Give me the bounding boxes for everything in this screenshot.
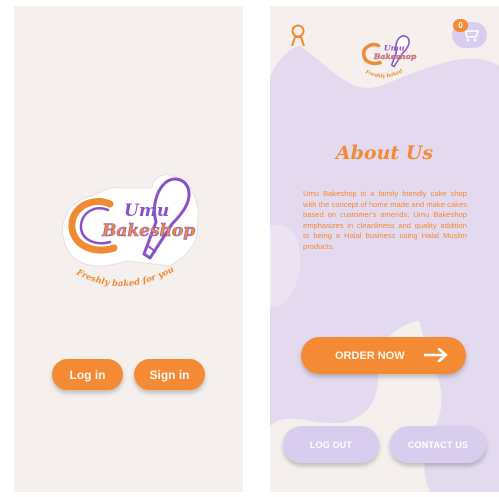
logout-label: LOG OUT xyxy=(309,439,353,450)
user-icon[interactable] xyxy=(288,24,308,48)
cart-count-badge: 0 xyxy=(453,19,468,32)
about-description: Umu Bakeshop is a family friendly cake s… xyxy=(303,189,467,251)
logo-name-line1: Umu xyxy=(124,201,169,221)
login-button[interactable]: Log in xyxy=(52,359,123,390)
order-now-label: ORDER NOW xyxy=(335,349,405,362)
login-button-label: Log in xyxy=(69,367,106,382)
page-title: About Us xyxy=(335,142,434,164)
contact-us-button[interactable]: CONTACT US xyxy=(390,426,486,463)
logout-button[interactable]: LOG OUT xyxy=(283,426,379,463)
logo-tagline: Freshly baked for you xyxy=(74,265,176,289)
arrow-right-icon xyxy=(424,348,448,362)
logo-name-line2: Bakeshop xyxy=(101,221,195,241)
brand-logo-small: Umu Bakeshop Freshly baked for you xyxy=(356,30,417,79)
login-screen: Umu Bakeshop Freshly baked for you Log i… xyxy=(14,6,243,492)
signin-button-label: Sign in xyxy=(149,367,190,382)
contact-us-label: CONTACT US xyxy=(407,439,469,450)
order-now-button[interactable]: ORDER NOW xyxy=(301,337,466,374)
signin-button[interactable]: Sign in xyxy=(134,359,205,390)
logo-small-line2: Bakeshop xyxy=(373,52,417,61)
brand-logo: Umu Bakeshop Freshly baked for you xyxy=(62,174,199,289)
logo-small-line1: Umu xyxy=(384,43,405,52)
about-screen: Umu Bakeshop Freshly baked for you 0 Abo… xyxy=(270,6,499,492)
